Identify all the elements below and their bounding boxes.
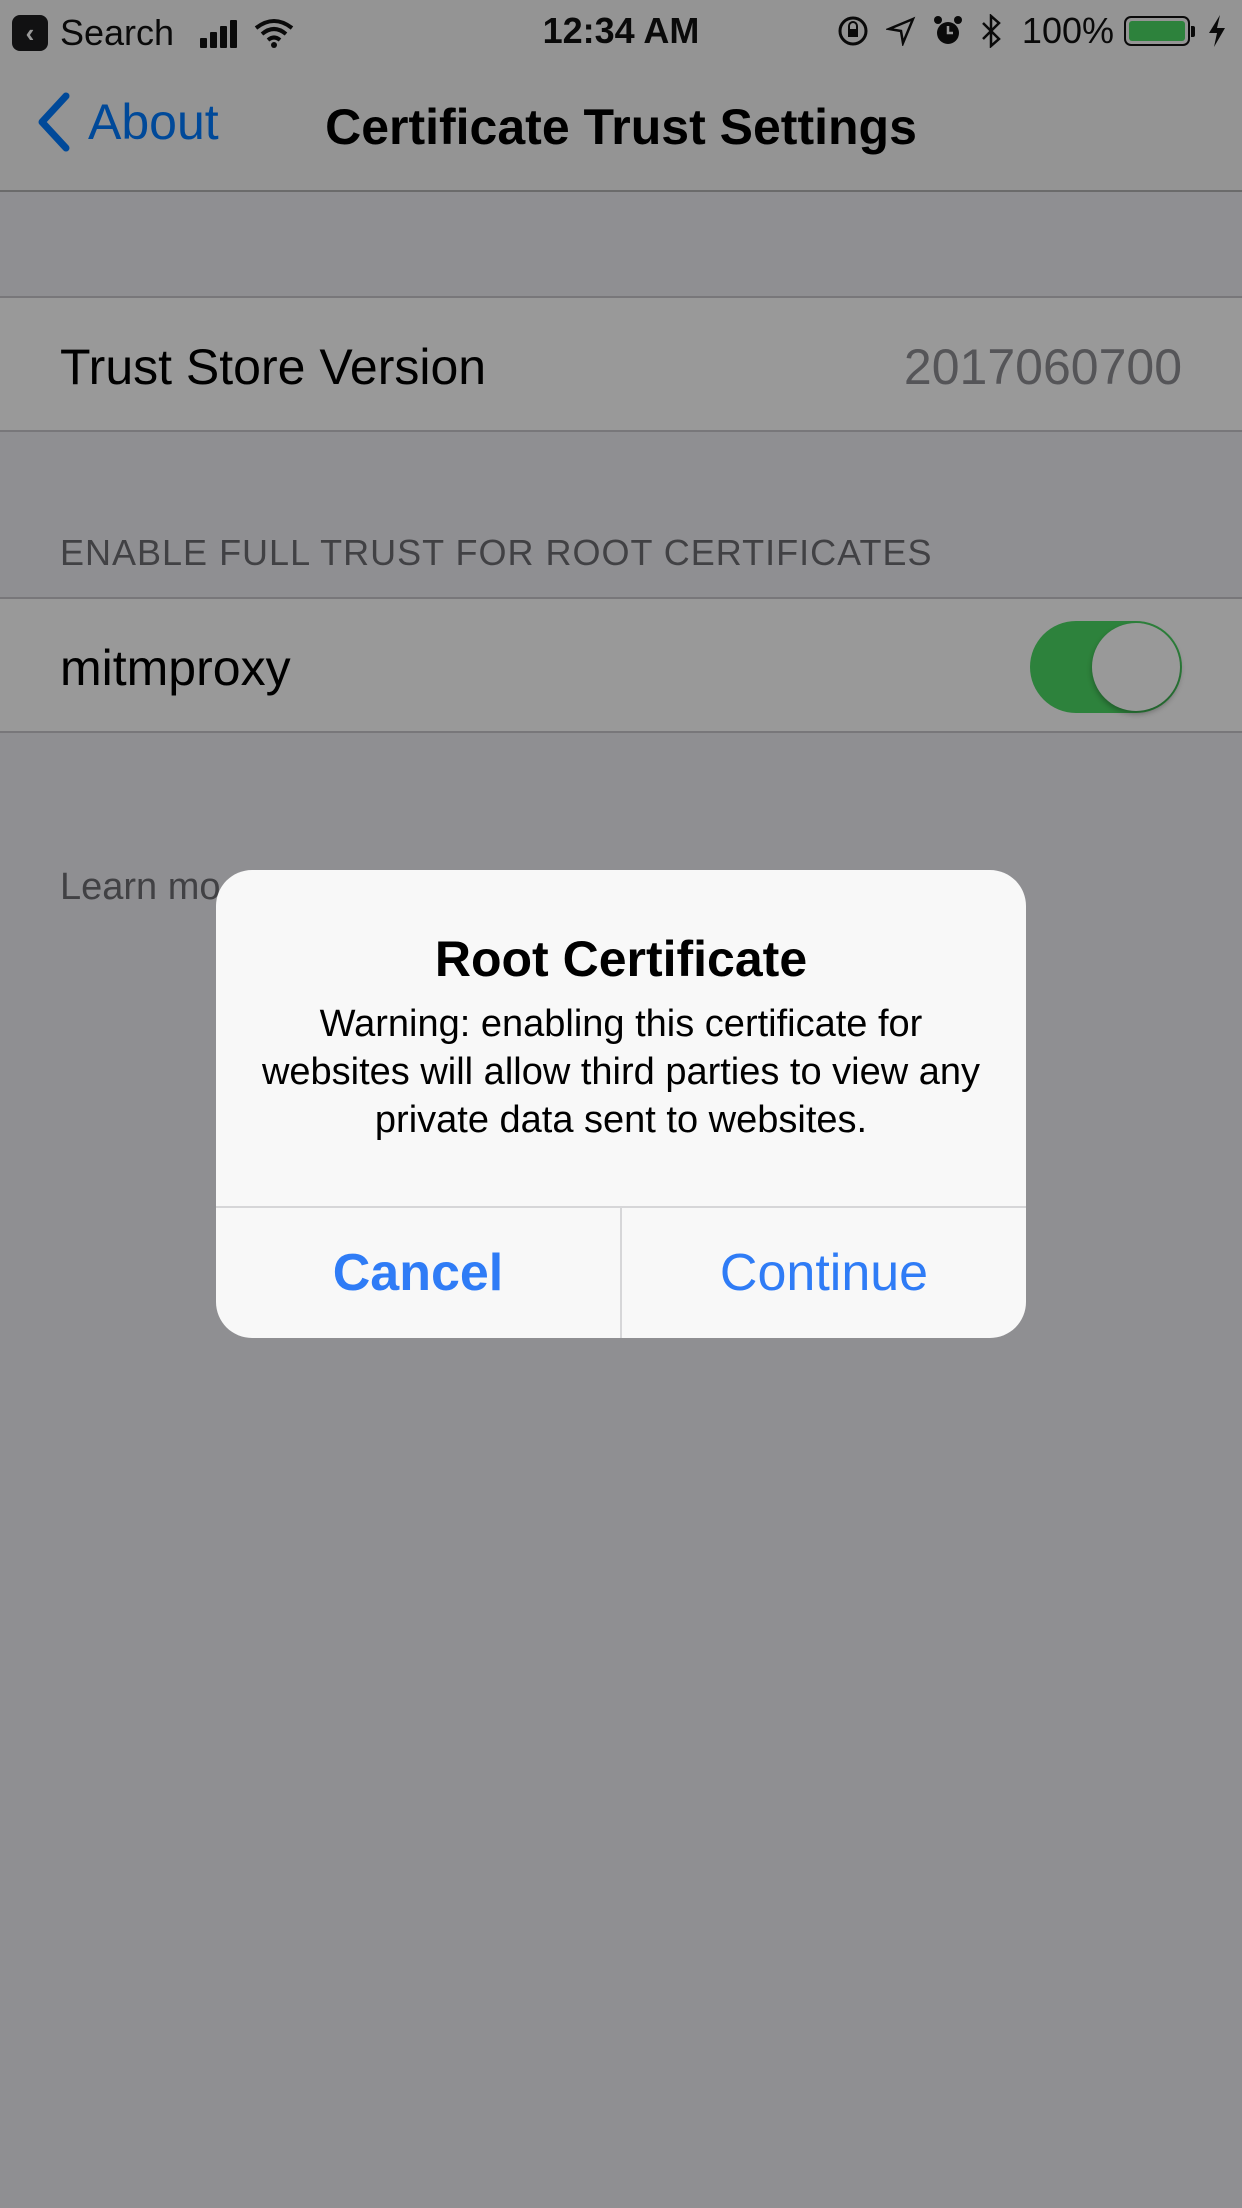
alert-buttons: Cancel Continue: [216, 1206, 1026, 1338]
alert-message: Warning: enabling this certificate for w…: [261, 1003, 981, 1141]
root-certificate-alert: Root Certificate Warning: enabling this …: [216, 870, 1026, 1338]
continue-button[interactable]: Continue: [622, 1208, 1026, 1338]
alert-title: Root Certificate: [434, 931, 808, 987]
cancel-button[interactable]: Cancel: [216, 1208, 622, 1338]
